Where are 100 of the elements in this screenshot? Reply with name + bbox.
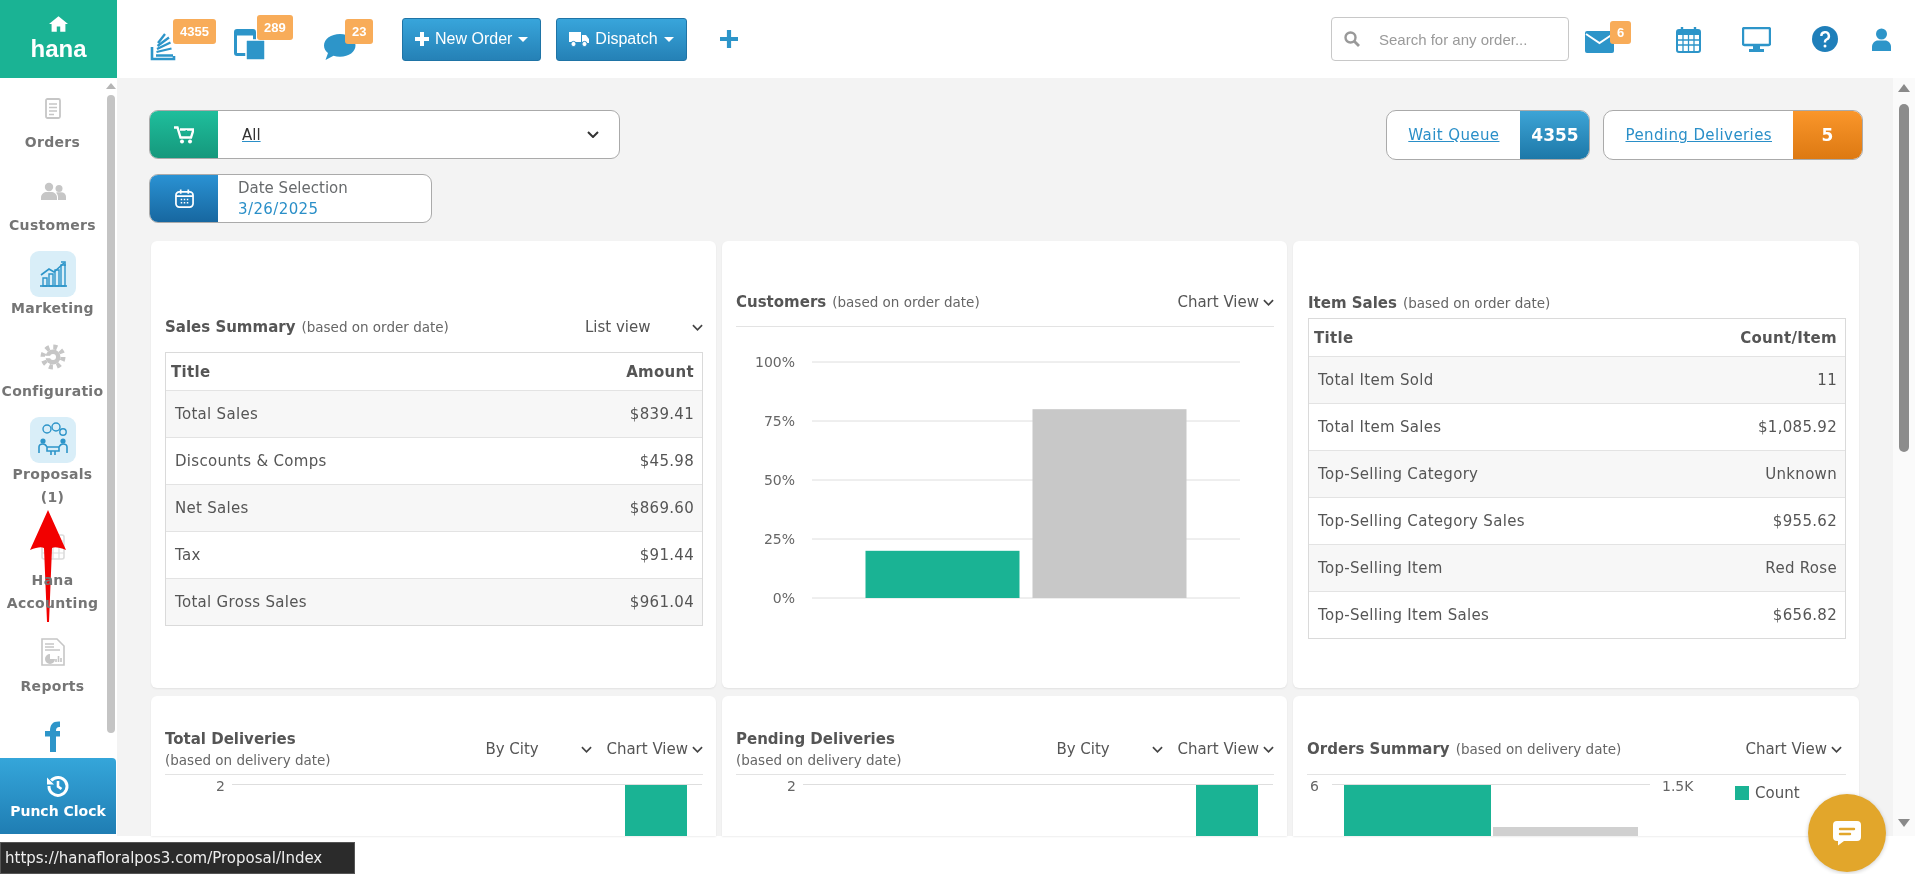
column-header: Amount <box>626 362 694 381</box>
sidebar-item[interactable]: Orders <box>0 85 105 154</box>
table-cell-text: Total Item Sold <box>1318 371 1435 389</box>
sidebar-item[interactable]: Configuratio <box>0 334 105 403</box>
store-dropdown[interactable]: All <box>149 110 620 159</box>
chevron-down-icon <box>581 745 593 753</box>
scroll-up-icon[interactable] <box>106 83 116 89</box>
axis-tick-label: 25% <box>763 530 795 547</box>
sidebar-item[interactable]: Marketing <box>0 251 105 320</box>
search-icon <box>1344 31 1360 47</box>
help-icon[interactable] <box>1812 26 1838 52</box>
view-dropdown[interactable]: Chart View <box>606 740 703 758</box>
card-subtitle: (based on delivery date) <box>165 752 331 768</box>
card-subtitle: (based on order date) <box>301 319 449 335</box>
card-title: Item Sales <box>1308 294 1397 312</box>
card-subtitle: (based on delivery date) <box>1455 741 1622 757</box>
table-cell: Red Rose <box>1765 559 1837 577</box>
plus-icon[interactable] <box>719 30 738 48</box>
chart-bar <box>625 785 687 836</box>
punch-clock-button[interactable]: Punch Clock <box>0 758 116 834</box>
chevron-down-icon <box>1263 298 1274 306</box>
document-icon <box>44 97 61 119</box>
people-icon <box>39 182 66 200</box>
card-title: Orders Summary <box>1307 740 1450 758</box>
counter-link[interactable]: Wait Queue <box>1387 111 1521 159</box>
column-header: Title <box>171 362 212 381</box>
growth-chart-icon <box>29 251 76 297</box>
count-badge: 5 <box>1793 111 1862 159</box>
group-by-dropdown[interactable]: By City <box>485 740 593 758</box>
card-subtitle: (based on order date) <box>1402 295 1551 311</box>
meeting-icon <box>29 417 76 463</box>
link-url-tooltip: https://hanafloralpos3.com/Proposal/Index <box>0 842 355 874</box>
legend-label: Count <box>1755 784 1800 802</box>
chat-icon <box>1832 820 1862 846</box>
search-field[interactable]: Search for any order... <box>1331 17 1569 61</box>
cart-icon <box>150 111 218 158</box>
monitor-icon[interactable] <box>1742 26 1771 52</box>
card-subtitle: (based on order date) <box>832 294 980 310</box>
sidebar-item[interactable]: Reports <box>0 629 105 698</box>
view-dropdown[interactable]: Chart View <box>1745 740 1842 758</box>
mail-icon[interactable] <box>1585 31 1614 53</box>
table-cell-text: Net Sales <box>175 499 250 517</box>
count-badge: 289 <box>257 15 293 40</box>
axis-tick-label: 6 <box>1310 777 1319 794</box>
scrollbar-thumb[interactable] <box>1899 104 1909 452</box>
table-cell-text: Top-Selling Category Sales <box>1318 512 1526 530</box>
home-logo-link[interactable]: hana <box>0 0 117 78</box>
view-dropdown[interactable]: List view <box>585 318 703 336</box>
axis-tick-label: 100% <box>754 353 795 370</box>
documents-icon[interactable] <box>234 29 266 61</box>
card-title: Customers <box>736 293 827 311</box>
gear-icon <box>39 344 66 370</box>
date-field[interactable]: Date Selection 3/26/2025 <box>149 174 432 223</box>
table-cell-text: Discounts & Comps <box>175 452 328 470</box>
table-cell-text: Total Sales <box>175 405 260 423</box>
sidebar-item[interactable]: Customers <box>0 168 105 237</box>
calendar-icon <box>150 175 218 222</box>
calendar-icon[interactable] <box>1676 25 1701 53</box>
chevron-down-icon <box>1831 745 1842 753</box>
chart-bar <box>1196 785 1258 836</box>
home-icon <box>49 15 68 32</box>
axis-tick-label: 2 <box>216 777 225 794</box>
card-title: Sales Summary <box>165 318 296 336</box>
toolbar-dropdown-button[interactable]: Dispatch <box>556 17 687 61</box>
table-cell-text: Total Gross Sales <box>175 593 308 611</box>
chevron-down-icon <box>587 131 599 138</box>
clock-history-icon <box>46 773 70 798</box>
chevron-down-icon <box>692 323 703 331</box>
axis-tick-label: 75% <box>763 412 795 429</box>
table-cell: $955.62 <box>1772 512 1837 530</box>
scroll-up-icon[interactable] <box>1898 84 1910 92</box>
scrollbar-thumb[interactable] <box>107 95 115 733</box>
table-cell-text: Top-Selling Item <box>1318 559 1444 577</box>
table-cell: $91.44 <box>639 546 694 564</box>
table-cell: 11 <box>1817 371 1837 389</box>
stack-icon[interactable] <box>150 33 178 61</box>
count-badge: 23 <box>345 19 374 44</box>
counter-link[interactable]: Pending Deliveries <box>1604 111 1793 159</box>
axis-tick-label: 1.5K <box>1662 777 1694 794</box>
column-header: Count/Item <box>1740 328 1837 347</box>
count-badge: 4355 <box>173 19 216 44</box>
count-badge: 6 <box>1610 21 1632 44</box>
scroll-down-icon[interactable] <box>1898 819 1910 827</box>
toolbar-dropdown-button[interactable]: New Order <box>402 17 542 61</box>
view-dropdown[interactable]: Chart View <box>1177 740 1274 758</box>
table-cell-text: Top-Selling Item Sales <box>1318 606 1491 624</box>
truck-icon <box>569 31 590 47</box>
caret-icon <box>518 36 529 42</box>
count-badge: 4355 <box>1520 111 1590 159</box>
chevron-down-icon <box>1263 745 1274 753</box>
table-cell: $869.60 <box>629 499 694 517</box>
user-icon[interactable] <box>1872 27 1891 51</box>
table-cell: $839.41 <box>629 405 694 423</box>
card-title: Pending Deliveries <box>736 730 896 748</box>
group-by-dropdown[interactable]: By City <box>1056 740 1164 758</box>
chevron-down-icon <box>692 745 703 753</box>
caret-icon <box>663 36 674 42</box>
view-dropdown[interactable]: Chart View <box>1177 293 1274 311</box>
sidebar-item[interactable]: Proposals (1) <box>0 417 105 509</box>
axis-tick-label: 2 <box>787 777 796 794</box>
